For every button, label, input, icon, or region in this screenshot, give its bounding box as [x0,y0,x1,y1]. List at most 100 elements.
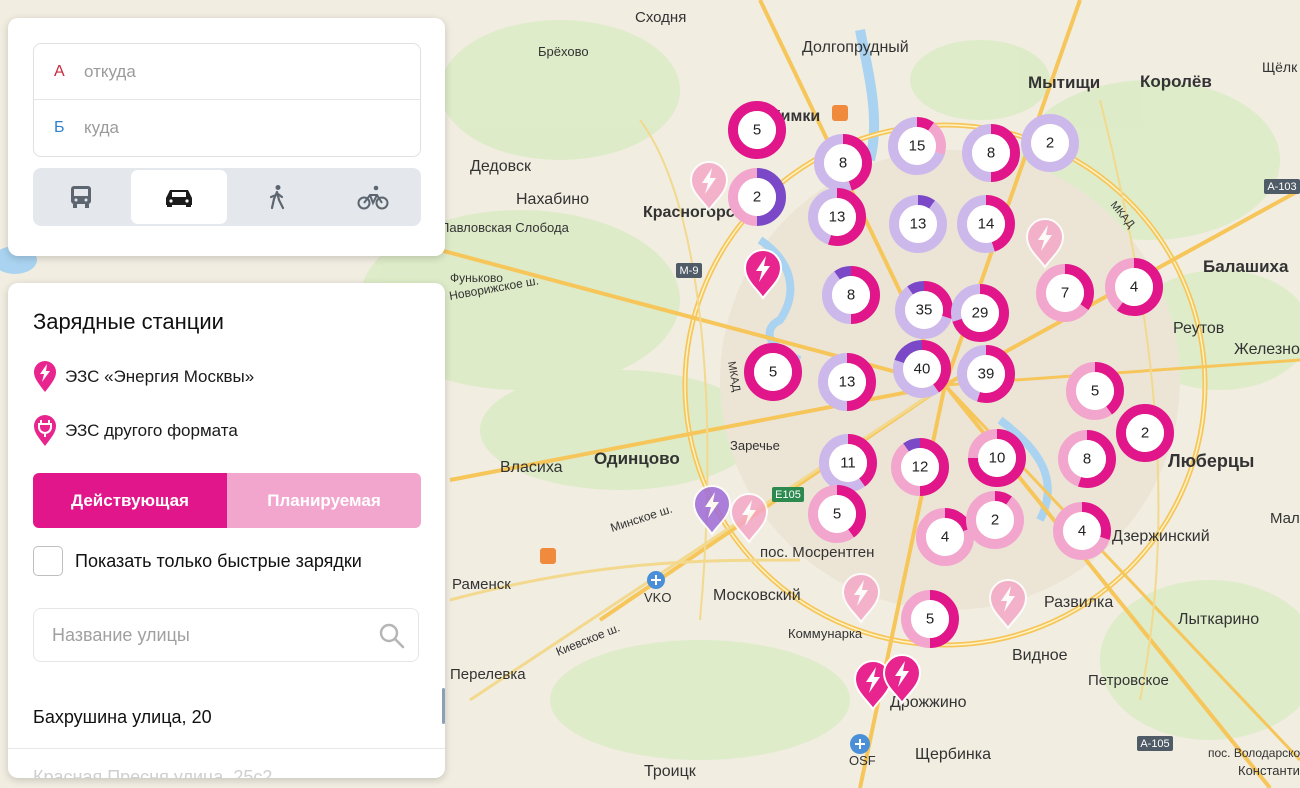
place-label: Константи [1238,763,1300,778]
place-label: Люберцы [1168,451,1254,471]
station-cluster[interactable]: 12 [891,438,949,496]
bolt-pin-icon [34,361,56,392]
mode-walk-button[interactable] [229,168,325,226]
from-field[interactable]: А откуда [34,44,420,99]
station-cluster[interactable]: 13 [808,188,866,246]
cluster-count: 2 [991,512,999,529]
street-search [33,608,419,662]
mode-bike-button[interactable] [325,168,421,226]
place-label: Нахабино [516,191,589,208]
fuel-icon [540,548,556,564]
station-cluster[interactable]: 39 [957,345,1015,403]
cluster-count: 39 [978,366,995,383]
station-cluster[interactable]: 8 [1058,430,1116,488]
mode-car-button[interactable] [131,170,227,224]
to-field[interactable]: Б куда [34,99,420,155]
place-label: Железно [1234,341,1300,358]
cluster-count: 2 [1141,425,1149,442]
place-label: Щербинка [915,746,991,763]
cluster-count: 8 [839,155,847,172]
station-cluster[interactable]: 5 [728,101,786,159]
station-cluster[interactable]: 5 [1066,362,1124,420]
station-cluster[interactable]: 4 [1105,258,1163,316]
airport-icon [647,571,665,589]
car-icon [166,190,192,207]
station-cluster[interactable]: 5 [744,343,802,401]
to-letter: Б [54,118,65,136]
status-toggle: Действующая Планируемая [33,473,421,528]
address-item[interactable]: Бахрушина улица, 20 [33,707,212,728]
station-cluster[interactable]: 2 [728,168,786,226]
scrollbar[interactable] [442,688,445,724]
station-cluster[interactable]: 15 [888,117,946,175]
place-label: Сходня [635,9,686,26]
address-item[interactable]: Красная Пресня улица, 25с2 [33,767,272,778]
road-shield: E105 [775,489,801,501]
place-label: Петровское [1088,672,1169,689]
status-active-button[interactable]: Действующая [33,473,227,528]
station-cluster[interactable]: 11 [819,434,877,492]
legend-other: ЭЗС другого формата [33,415,238,447]
station-cluster[interactable]: 5 [901,590,959,648]
divider [8,748,445,749]
cluster-count: 4 [941,529,949,546]
search-icon[interactable] [378,622,406,650]
cluster-count: 35 [916,302,933,319]
station-cluster[interactable]: 10 [968,429,1026,487]
street-search-input[interactable] [50,623,374,647]
from-placeholder: откуда [84,61,136,81]
station-cluster[interactable]: 29 [951,284,1009,342]
fast-charge-filter[interactable]: Показать только быстрые зарядки [33,546,362,576]
transport-modes [33,168,421,226]
place-label: Дедовск [470,158,532,175]
cluster-count: 5 [753,122,761,139]
walk-icon [269,185,285,210]
airport-icon [850,734,870,754]
place-label: Мытищи [1028,73,1100,92]
station-cluster[interactable]: 8 [962,124,1020,182]
station-cluster[interactable]: 35 [895,281,953,339]
station-cluster[interactable]: 14 [957,195,1015,253]
legend-energy: ЭЗС «Энергия Москвы» [33,361,254,393]
place-label: Московский [713,587,801,604]
cluster-count: 13 [910,216,927,233]
fast-charge-checkbox[interactable] [33,546,63,576]
station-cluster[interactable]: 2 [1021,114,1079,172]
place-label: Малах [1270,510,1300,527]
station-cluster[interactable]: 2 [1116,404,1174,462]
stations-title: Зарядные станции [33,309,224,334]
cluster-count: 11 [840,455,856,472]
place-label: Реутов [1173,320,1224,337]
cluster-count: 2 [1046,135,1054,152]
place-label: Балашиха [1203,257,1289,276]
station-cluster[interactable]: 13 [818,353,876,411]
cluster-count: 5 [769,364,777,381]
station-cluster[interactable]: 8 [822,266,880,324]
fuel-icon [832,105,848,121]
cluster-count: 5 [1091,383,1099,400]
place-label: Павловская Слобода [440,220,570,235]
station-cluster[interactable]: 2 [966,491,1024,549]
stations-panel: Зарядные станции ЭЗС «Энергия Москвы» ЭЗ… [8,283,445,778]
place-label: Щёлк [1262,59,1298,75]
station-cluster[interactable]: 4 [916,508,974,566]
place-label: Одинцово [594,449,680,468]
station-cluster[interactable]: 7 [1036,264,1094,322]
cluster-count: 13 [839,374,856,391]
station-cluster[interactable]: 13 [889,195,947,253]
cluster-count: 8 [1083,451,1091,468]
cluster-count: 12 [912,459,929,476]
station-cluster[interactable]: 5 [808,485,866,543]
station-cluster[interactable]: 40 [893,340,951,398]
place-label: Троицк [644,763,697,780]
station-cluster[interactable]: 4 [1053,502,1111,560]
road-shield: M-9 [680,265,699,277]
road-shield: A-105 [1140,738,1169,750]
cluster-count: 13 [829,209,846,226]
station-cluster[interactable]: 8 [814,134,872,192]
road-shield: A-103 [1267,181,1296,193]
place-label: OSF [849,753,876,768]
mode-bus-button[interactable] [33,168,129,226]
status-planned-button[interactable]: Планируемая [227,473,421,528]
plug-pin-icon [34,415,56,446]
